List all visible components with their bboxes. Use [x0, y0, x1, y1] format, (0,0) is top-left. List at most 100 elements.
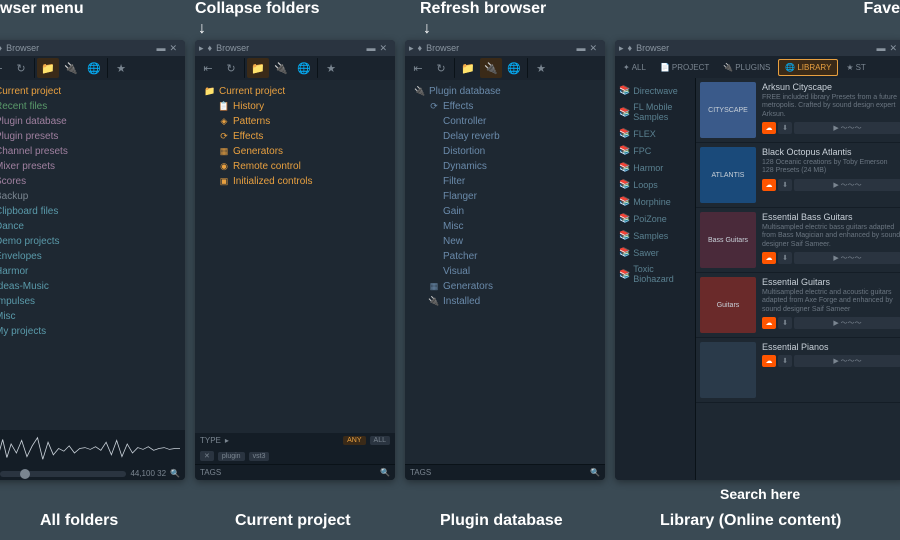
tab-all[interactable]: ✦ ALL	[617, 60, 652, 75]
folder-icon[interactable]: 📁	[457, 58, 479, 78]
search-icon[interactable]: 🔍	[380, 468, 390, 477]
tree-item[interactable]: Demo projects	[0, 234, 185, 249]
tree-header[interactable]: 🔌Plugin database	[405, 84, 605, 99]
tree-item[interactable]: Misc	[405, 219, 605, 234]
tree-header[interactable]: 📁Current project	[195, 84, 395, 99]
tree-item[interactable]: Mixer presets	[0, 159, 185, 174]
soundcloud-icon[interactable]: ☁	[762, 179, 776, 191]
collapse-icon[interactable]: ⇤	[407, 58, 429, 78]
library-item[interactable]: Bass GuitarsEssential Bass GuitarsMultis…	[696, 208, 900, 273]
sidebar-item[interactable]: 📚Directwave	[615, 82, 695, 99]
tree-item[interactable]: ▦Generators	[195, 144, 395, 159]
download-icon[interactable]: ⬇	[778, 179, 792, 191]
tree-effects[interactable]: ⟳Effects	[405, 99, 605, 114]
soundcloud-icon[interactable]: ☁	[762, 252, 776, 264]
soundcloud-icon[interactable]: ☁	[762, 355, 776, 367]
tab-plugins[interactable]: 🔌 PLUGINS	[717, 60, 776, 75]
tree-item[interactable]: Gain	[405, 204, 605, 219]
globe-icon[interactable]: 🌐	[503, 58, 525, 78]
globe-icon[interactable]: 🌐	[83, 58, 105, 78]
tab-project[interactable]: 📄 PROJECT	[654, 60, 715, 75]
tree-item[interactable]: Plugin database	[0, 114, 185, 129]
tree-item[interactable]: Delay reverb	[405, 129, 605, 144]
sidebar-item[interactable]: 📚Toxic Biohazard	[615, 261, 695, 287]
titlebar[interactable]: ▸♦Browser▬✕	[615, 40, 900, 56]
tree-item[interactable]: Backup	[0, 189, 185, 204]
chip-x[interactable]: ✕	[200, 451, 214, 461]
plug-icon[interactable]: 🔌	[480, 58, 502, 78]
titlebar[interactable]: ▸♦Browser▬✕	[195, 40, 395, 56]
library-item[interactable]: Essential Pianos☁⬇▶ ～～～	[696, 338, 900, 403]
tree-item[interactable]: Scores	[0, 174, 185, 189]
sidebar-item[interactable]: 📚FLEX	[615, 125, 695, 142]
globe-icon[interactable]: 🌐	[293, 58, 315, 78]
tree-item[interactable]: ▣Initialized controls	[195, 174, 395, 189]
plug-icon[interactable]: 🔌	[270, 58, 292, 78]
tree-item[interactable]: Ideas-Music	[0, 279, 185, 294]
folder-icon[interactable]: 📁	[247, 58, 269, 78]
collapse-icon[interactable]: ⇤	[197, 58, 219, 78]
folder-icon[interactable]: 📁	[37, 58, 59, 78]
download-icon[interactable]: ⬇	[778, 252, 792, 264]
tree-item[interactable]: Misc	[0, 309, 185, 324]
waveform-preview[interactable]: ▶44,100 32🔍	[0, 430, 185, 480]
tree-item[interactable]: Clipboard files	[0, 204, 185, 219]
tree-item[interactable]: Controller	[405, 114, 605, 129]
tree-item[interactable]: Current project	[0, 84, 185, 99]
search-icon[interactable]: 🔍	[170, 469, 180, 478]
tree-item[interactable]: 📋History	[195, 99, 395, 114]
download-icon[interactable]: ⬇	[778, 122, 792, 134]
tree-item[interactable]: Channel presets	[0, 144, 185, 159]
plug-icon[interactable]: 🔌	[60, 58, 82, 78]
titlebar[interactable]: ▸♦Browser▬✕	[0, 40, 185, 56]
tab-library[interactable]: 🌐 LIBRARY	[778, 59, 838, 76]
collapse-icon[interactable]: ⇤	[0, 58, 9, 78]
tree-item[interactable]: ◈Patterns	[195, 114, 395, 129]
soundcloud-icon[interactable]: ☁	[762, 317, 776, 329]
sidebar-item[interactable]: 📚Morphine	[615, 193, 695, 210]
download-icon[interactable]: ⬇	[778, 355, 792, 367]
tree-item[interactable]: Filter	[405, 174, 605, 189]
tree-item[interactable]: Recent files	[0, 99, 185, 114]
play-icon[interactable]: ▶ ～～～	[794, 317, 900, 329]
tree-installed[interactable]: 🔌Installed	[405, 294, 605, 309]
sidebar-item[interactable]: 📚Sawer	[615, 244, 695, 261]
tree-item[interactable]: Patcher	[405, 249, 605, 264]
tree-item[interactable]: Flanger	[405, 189, 605, 204]
tree-item[interactable]: Distortion	[405, 144, 605, 159]
sidebar-item[interactable]: 📚FL Mobile Samples	[615, 99, 695, 125]
library-item[interactable]: GuitarsEssential GuitarsMultisampled ele…	[696, 273, 900, 338]
tree-item[interactable]: Visual	[405, 264, 605, 279]
library-item[interactable]: CITYSCAPEArksun CityscapeFREE included l…	[696, 78, 900, 143]
refresh-icon[interactable]: ↻	[10, 58, 32, 78]
tree-item[interactable]: New	[405, 234, 605, 249]
tree-item[interactable]: ◉Remote control	[195, 159, 395, 174]
star-icon[interactable]: ★	[530, 58, 552, 78]
refresh-icon[interactable]: ↻	[220, 58, 242, 78]
star-icon[interactable]: ★	[110, 58, 132, 78]
tree-item[interactable]: Plugin presets	[0, 129, 185, 144]
tab-star[interactable]: ★ ST	[840, 60, 871, 75]
tree-item[interactable]: Dynamics	[405, 159, 605, 174]
tags-row[interactable]: TAGS🔍	[195, 464, 395, 480]
tree-item[interactable]: Envelopes	[0, 249, 185, 264]
titlebar[interactable]: ▸♦Browser▬✕	[405, 40, 605, 56]
sidebar-item[interactable]: 📚Samples	[615, 227, 695, 244]
tree-item[interactable]: My projects	[0, 324, 185, 339]
library-item[interactable]: ATLANTISBlack Octopus Atlantis128 Oceani…	[696, 143, 900, 208]
sidebar-item[interactable]: 📚Harmor	[615, 159, 695, 176]
tree-item[interactable]: Impulses	[0, 294, 185, 309]
play-icon[interactable]: ▶ ～～～	[794, 355, 900, 367]
play-icon[interactable]: ▶ ～～～	[794, 179, 900, 191]
soundcloud-icon[interactable]: ☁	[762, 122, 776, 134]
seek-slider[interactable]	[0, 471, 126, 477]
sidebar-item[interactable]: 📚PoiZone	[615, 210, 695, 227]
sidebar-item[interactable]: 📚FPC	[615, 142, 695, 159]
tree-item[interactable]: Dance	[0, 219, 185, 234]
tree-generators[interactable]: ▦Generators	[405, 279, 605, 294]
sidebar-item[interactable]: 📚Loops	[615, 176, 695, 193]
refresh-icon[interactable]: ↻	[430, 58, 452, 78]
download-icon[interactable]: ⬇	[778, 317, 792, 329]
tags-row[interactable]: TAGS🔍	[405, 464, 605, 480]
play-icon[interactable]: ▶ ～～～	[794, 122, 900, 134]
